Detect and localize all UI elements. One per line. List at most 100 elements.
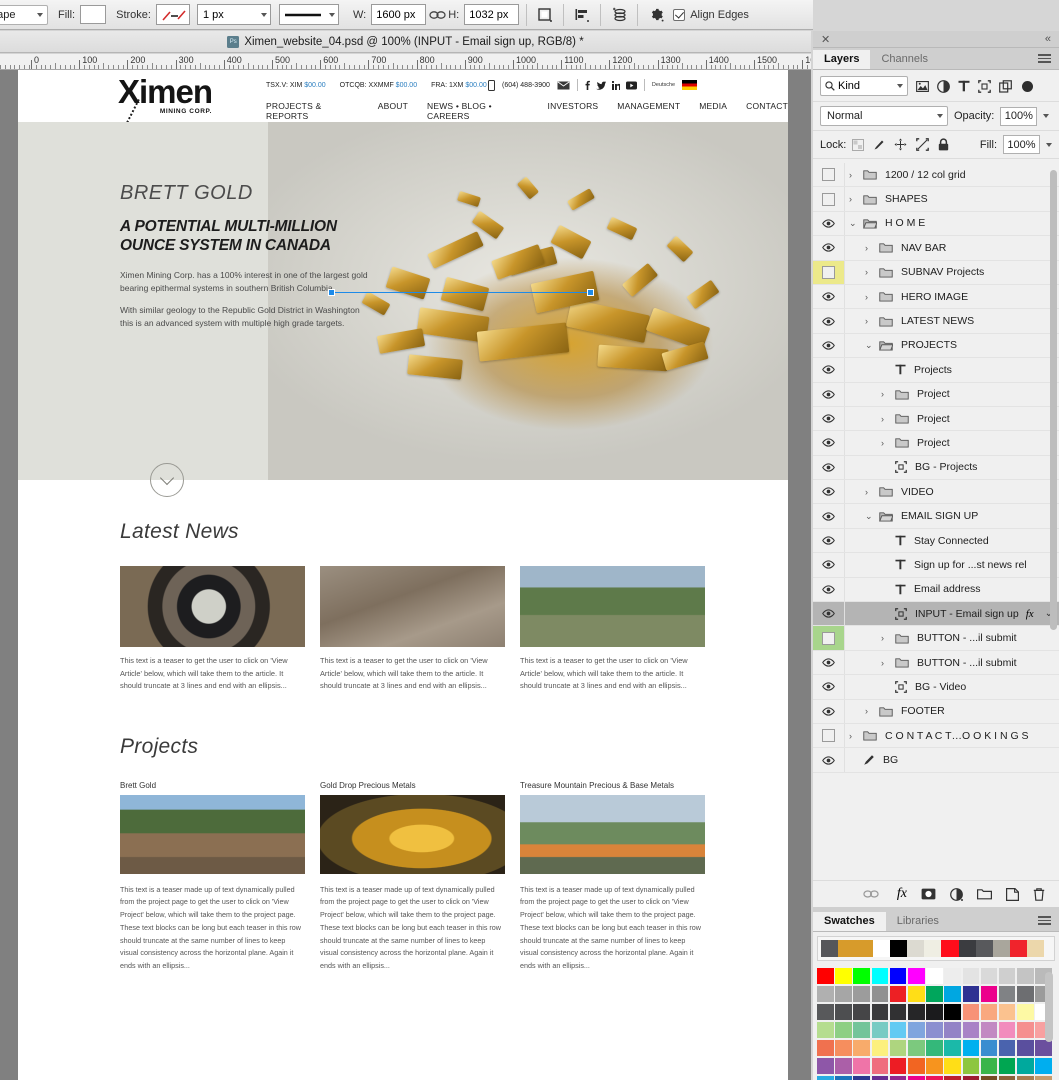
layer-row[interactable]: › NAV BAR	[813, 236, 1059, 261]
color-swatch[interactable]	[907, 1040, 925, 1057]
color-swatch[interactable]	[907, 1076, 925, 1080]
color-swatch[interactable]	[1035, 1058, 1052, 1075]
tab-libraries[interactable]: Libraries	[886, 912, 950, 931]
add-layer-style-icon[interactable]: fx	[897, 886, 907, 902]
layers-scrollbar[interactable]	[1050, 170, 1057, 630]
color-swatch[interactable]	[998, 986, 1016, 1003]
layer-effects-icon[interactable]: fx	[1026, 608, 1034, 620]
opacity-input[interactable]: 100%	[1000, 106, 1038, 126]
lock-transparent-pixels-icon[interactable]	[852, 138, 865, 151]
color-swatch[interactable]	[889, 1076, 907, 1080]
visibility-eye-icon[interactable]	[822, 487, 835, 496]
layer-row[interactable]: Sign up for ...st news rel	[813, 553, 1059, 578]
layer-visibility-toggle[interactable]	[813, 309, 845, 333]
layer-row[interactable]: › C O N T A C T…O O K I N G S	[813, 723, 1059, 749]
shape-path-selection[interactable]	[328, 289, 594, 296]
header-phone[interactable]: (604) 488-3900	[502, 82, 550, 89]
fill-input[interactable]: 100%	[1003, 135, 1040, 154]
chevron-right-icon[interactable]: ›	[865, 267, 874, 277]
layer-visibility-toggle[interactable]	[813, 333, 845, 358]
new-layer-icon[interactable]	[1006, 887, 1019, 901]
layer-row[interactable]: › HERO IMAGE	[813, 284, 1059, 310]
recent-swatches[interactable]	[817, 936, 1055, 961]
color-swatch[interactable]	[835, 1040, 852, 1057]
color-swatch[interactable]	[835, 986, 852, 1003]
chevron-down-icon[interactable]	[1046, 142, 1052, 147]
german-flag-icon[interactable]	[682, 80, 698, 90]
recent-swatch[interactable]	[889, 940, 907, 957]
shape-tool-mode-select[interactable]: hape	[0, 4, 48, 25]
panel-menu-icon[interactable]	[1038, 52, 1051, 65]
color-swatch[interactable]	[962, 1058, 980, 1075]
color-swatch[interactable]	[1017, 1004, 1034, 1021]
shape-filter-icon[interactable]	[978, 79, 991, 93]
recent-swatch[interactable]	[992, 940, 1011, 957]
layer-visibility-toggle[interactable]	[813, 723, 845, 748]
layer-row[interactable]: › 1200 / 12 col grid	[813, 163, 1059, 188]
visibility-eye-icon[interactable]	[822, 536, 835, 545]
lock-artboard-nesting-icon[interactable]	[916, 138, 930, 151]
layer-row[interactable]: BG - Projects	[813, 455, 1059, 481]
layer-row[interactable]: › FOOTER	[813, 699, 1059, 724]
color-swatch[interactable]	[871, 1076, 889, 1080]
color-swatch[interactable]	[1017, 1022, 1034, 1039]
canvas-area[interactable]: Ximen MINING CORP. TSX.V: XIM $00.00 OTCQ…	[0, 70, 811, 1080]
email-icon[interactable]	[557, 81, 570, 90]
color-swatch[interactable]	[944, 1004, 961, 1021]
color-swatch[interactable]	[853, 968, 870, 985]
project-card-image[interactable]	[520, 794, 705, 874]
smart-object-filter-icon[interactable]	[999, 79, 1012, 93]
color-swatch[interactable]	[944, 1040, 961, 1057]
color-swatch[interactable]	[853, 986, 870, 1003]
type-filter-icon[interactable]	[958, 80, 970, 92]
color-swatch[interactable]	[871, 1058, 889, 1075]
chevron-right-icon[interactable]: ›	[881, 414, 890, 424]
visibility-eye-icon[interactable]	[822, 438, 835, 448]
chevron-right-icon[interactable]: ›	[881, 658, 890, 668]
color-swatch[interactable]	[817, 1022, 834, 1039]
color-swatch[interactable]	[998, 1076, 1016, 1080]
color-swatch[interactable]	[889, 968, 907, 985]
layer-visibility-toggle[interactable]	[813, 358, 845, 382]
swatches-scrollbar[interactable]	[1045, 972, 1053, 1042]
color-swatch[interactable]	[817, 986, 834, 1003]
color-swatch[interactable]	[944, 1022, 961, 1039]
recent-swatch[interactable]	[941, 940, 959, 957]
social-links[interactable]	[585, 80, 637, 90]
new-group-icon[interactable]	[977, 888, 992, 900]
layer-visibility-toggle[interactable]	[813, 480, 845, 504]
nav-item-6[interactable]: CONTACT	[746, 101, 788, 121]
color-swatch[interactable]	[998, 968, 1016, 985]
tab-swatches[interactable]: Swatches	[813, 912, 886, 931]
color-swatch[interactable]	[907, 968, 925, 985]
nav-item-1[interactable]: ABOUT	[378, 101, 408, 121]
color-swatch[interactable]	[944, 968, 961, 985]
project-card-image[interactable]	[320, 794, 505, 874]
chevron-right-icon[interactable]: ›	[865, 316, 874, 326]
adjustment-filter-icon[interactable]	[937, 79, 950, 93]
panel-menu-icon[interactable]	[1038, 914, 1051, 927]
path-alignment-icon[interactable]	[571, 4, 593, 26]
visibility-off-box[interactable]	[822, 192, 835, 206]
add-layer-mask-icon[interactable]	[921, 888, 936, 900]
nav-item-5[interactable]: MEDIA	[699, 101, 727, 121]
site-nav[interactable]: PROJECTS & REPORTS ABOUT NEWS • BLOG • CAR…	[266, 101, 788, 121]
color-swatch[interactable]	[853, 1058, 870, 1075]
recent-swatch[interactable]	[906, 940, 925, 957]
color-swatch[interactable]	[944, 986, 961, 1003]
recent-swatch[interactable]	[855, 940, 873, 957]
chevron-right-icon[interactable]: ›	[865, 243, 874, 253]
color-swatch[interactable]	[980, 968, 998, 985]
stroke-style-select[interactable]	[278, 4, 339, 25]
path-arrangement-icon[interactable]	[608, 4, 630, 26]
nav-item-3[interactable]: INVESTORS	[548, 101, 599, 121]
youtube-icon[interactable]	[625, 81, 637, 90]
color-swatch[interactable]	[962, 1076, 980, 1080]
layer-visibility-toggle[interactable]	[813, 650, 845, 675]
pixel-filter-icon[interactable]	[916, 80, 929, 92]
news-card[interactable]: This text is a teaser to get the user to…	[320, 566, 505, 693]
language-label[interactable]: Deutsche	[652, 82, 675, 88]
color-swatch[interactable]	[926, 1040, 943, 1057]
news-card-image[interactable]	[120, 566, 305, 647]
layer-row[interactable]: Projects	[813, 358, 1059, 383]
